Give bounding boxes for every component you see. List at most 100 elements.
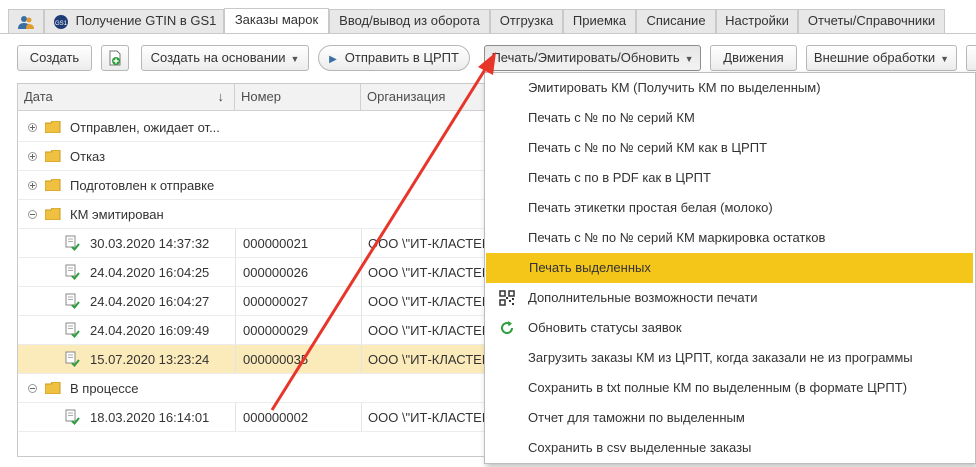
column-divider: [361, 229, 362, 257]
tab-gtin-gs1[interactable]: GS1 Получение GTIN в GS1: [44, 9, 224, 33]
chevron-down-icon: ▼: [940, 54, 950, 64]
create-button-label: Создать: [29, 50, 80, 65]
tab-orders[interactable]: Заказы марок: [224, 8, 329, 34]
tab-label: Настройки: [725, 13, 789, 28]
cell-number: 000000027: [243, 294, 309, 309]
menu-item-save-txt[interactable]: Сохранить в txt полные КМ по выделенным …: [485, 373, 975, 403]
folder-icon: [45, 208, 61, 220]
column-divider: [361, 403, 362, 431]
tab-input-output[interactable]: Ввод/вывод из оборота: [329, 9, 490, 33]
menu-item-print-serial-crpt[interactable]: Печать с № по № серий КМ как в ЦРПТ: [485, 133, 975, 163]
more-button[interactable]: [966, 45, 976, 71]
group-row[interactable]: Отправлен, ожидает от...: [18, 113, 488, 142]
group-row[interactable]: В процессе: [18, 374, 488, 403]
document-posted-icon: [65, 264, 80, 280]
menu-item-label: Печать этикетки простая белая (молоко): [528, 200, 773, 215]
group-label: В процессе: [70, 381, 139, 396]
folder-icon: [45, 150, 61, 162]
tab-writeoff[interactable]: Списание: [636, 9, 716, 33]
menu-item-label: Загрузить заказы КМ из ЦРПТ, когда заказ…: [528, 350, 913, 365]
print-emit-update-button[interactable]: Печать/Эмитировать/Обновить ▼: [484, 45, 701, 71]
menu-item-label: Печать с № по № серий КМ: [528, 110, 695, 125]
column-divider: [235, 258, 236, 286]
column-label: Дата: [24, 89, 53, 104]
group-label: Подготовлен к отправке: [70, 178, 215, 193]
table-row[interactable]: 24.04.2020 16:04:27 000000027 ООО \"ИТ-К…: [18, 287, 491, 316]
group-row[interactable]: Отказ: [18, 142, 488, 171]
table-row[interactable]: 30.03.2020 14:37:32 000000021 ООО \"ИТ-К…: [18, 229, 491, 258]
create-based-on-button[interactable]: Создать на основании ▼: [141, 45, 309, 71]
column-divider: [361, 258, 362, 286]
tab-home[interactable]: [8, 9, 44, 33]
tab-shipment[interactable]: Отгрузка: [490, 9, 563, 33]
menu-item-print-selected[interactable]: Печать выделенных: [486, 253, 973, 283]
movements-label: Движения: [723, 50, 784, 65]
group-label: КМ эмитирован: [70, 207, 164, 222]
movements-button[interactable]: Движения: [710, 45, 797, 71]
expand-icon[interactable]: [28, 152, 37, 161]
cell-date: 24.04.2020 16:09:49: [90, 323, 210, 338]
folder-icon: [45, 382, 61, 394]
column-divider: [361, 345, 362, 373]
create-button[interactable]: Создать: [17, 45, 92, 71]
cell-number: 000000002: [243, 410, 309, 425]
send-to-crpt-button[interactable]: ▶ Отправить в ЦРПТ: [318, 45, 470, 71]
tab-settings[interactable]: Настройки: [716, 9, 798, 33]
tab-reports[interactable]: Отчеты/Справочники: [798, 9, 945, 33]
menu-item-print-pdf[interactable]: Печать с по в PDF как в ЦРПТ: [485, 163, 975, 193]
group-row[interactable]: КМ эмитирован: [18, 200, 488, 229]
menu-item-print-serial[interactable]: Печать с № по № серий КМ: [485, 103, 975, 133]
column-label: Номер: [241, 89, 282, 104]
menu-item-label: Печать с по в PDF как в ЦРПТ: [528, 170, 711, 185]
chevron-down-icon: ▼: [290, 54, 300, 64]
cell-number: 000000029: [243, 323, 309, 338]
document-posted-icon: [65, 409, 80, 425]
cell-organization: ООО \"ИТ-КЛАСТЕР: [368, 352, 491, 367]
table-row[interactable]: 24.04.2020 16:04:25 000000026 ООО \"ИТ-К…: [18, 258, 491, 287]
menu-item-label: Печать выделенных: [529, 260, 651, 275]
menu-item-print-label-milk[interactable]: Печать этикетки простая белая (молоко): [485, 193, 975, 223]
collapse-icon[interactable]: [28, 384, 37, 393]
menu-item-refresh-status[interactable]: Обновить статусы заявок: [485, 313, 975, 343]
column-header-date[interactable]: Дата ↓: [18, 84, 235, 110]
menu-item-emit-km[interactable]: Эмитировать КМ (Получить КМ по выделенны…: [485, 73, 975, 103]
menu-item-save-csv[interactable]: Сохранить в csv выделенные заказы: [485, 433, 975, 463]
column-header-organization[interactable]: Организация: [361, 84, 488, 110]
cell-date: 24.04.2020 16:04:25: [90, 265, 210, 280]
tab-label: Заказы марок: [234, 12, 319, 27]
expand-icon[interactable]: [28, 181, 37, 190]
group-label: Отказ: [70, 149, 106, 164]
menu-item-label: Отчет для таможни по выделенным: [528, 410, 745, 425]
menu-item-print-remains[interactable]: Печать с № по № серий КМ маркировка оста…: [485, 223, 975, 253]
menu-item-label: Обновить статусы заявок: [528, 320, 682, 335]
print-label: Печать/Эмитировать/Обновить: [491, 50, 680, 65]
menu-item-load-orders[interactable]: Загрузить заказы КМ из ЦРПТ, когда заказ…: [485, 343, 975, 373]
orders-table: Дата ↓ Номер Организация Отправлен, ожид…: [17, 83, 491, 457]
add-document-button[interactable]: [101, 45, 129, 71]
group-label: Отправлен, ожидает от...: [70, 120, 220, 135]
column-divider: [235, 287, 236, 315]
sort-arrow-icon: ↓: [217, 89, 225, 104]
play-icon: ▶: [329, 54, 337, 65]
menu-item-extra-print[interactable]: Дополнительные возможности печати: [485, 283, 975, 313]
column-divider: [235, 345, 236, 373]
collapse-icon[interactable]: [28, 210, 37, 219]
menu-item-customs-report[interactable]: Отчет для таможни по выделенным: [485, 403, 975, 433]
gs1-icon: GS1: [53, 14, 68, 29]
tab-receiving[interactable]: Приемка: [563, 9, 636, 33]
group-row[interactable]: Подготовлен к отправке: [18, 171, 488, 200]
column-divider: [361, 316, 362, 344]
cell-date: 24.04.2020 16:04:27: [90, 294, 210, 309]
expand-icon[interactable]: [28, 123, 37, 132]
cell-organization: ООО \"ИТ-КЛАСТЕР: [368, 265, 491, 280]
menu-item-label: Эмитировать КМ (Получить КМ по выделенны…: [528, 80, 821, 95]
table-row[interactable]: 24.04.2020 16:09:49 000000029 ООО \"ИТ-К…: [18, 316, 491, 345]
menu-item-label: Дополнительные возможности печати: [528, 290, 758, 305]
table-row[interactable]: 18.03.2020 16:14:01 000000002 ООО \"ИТ-К…: [18, 403, 491, 432]
cell-date: 30.03.2020 14:37:32: [90, 236, 210, 251]
column-header-number[interactable]: Номер: [235, 84, 361, 110]
external-processing-button[interactable]: Внешние обработки ▼: [806, 45, 957, 71]
table-row-selected[interactable]: 15.07.2020 13:23:24 000000035 ООО \"ИТ-К…: [18, 345, 491, 374]
cell-number: 000000035: [243, 352, 309, 367]
cell-organization: ООО \"ИТ-КЛАСТЕР: [368, 294, 491, 309]
